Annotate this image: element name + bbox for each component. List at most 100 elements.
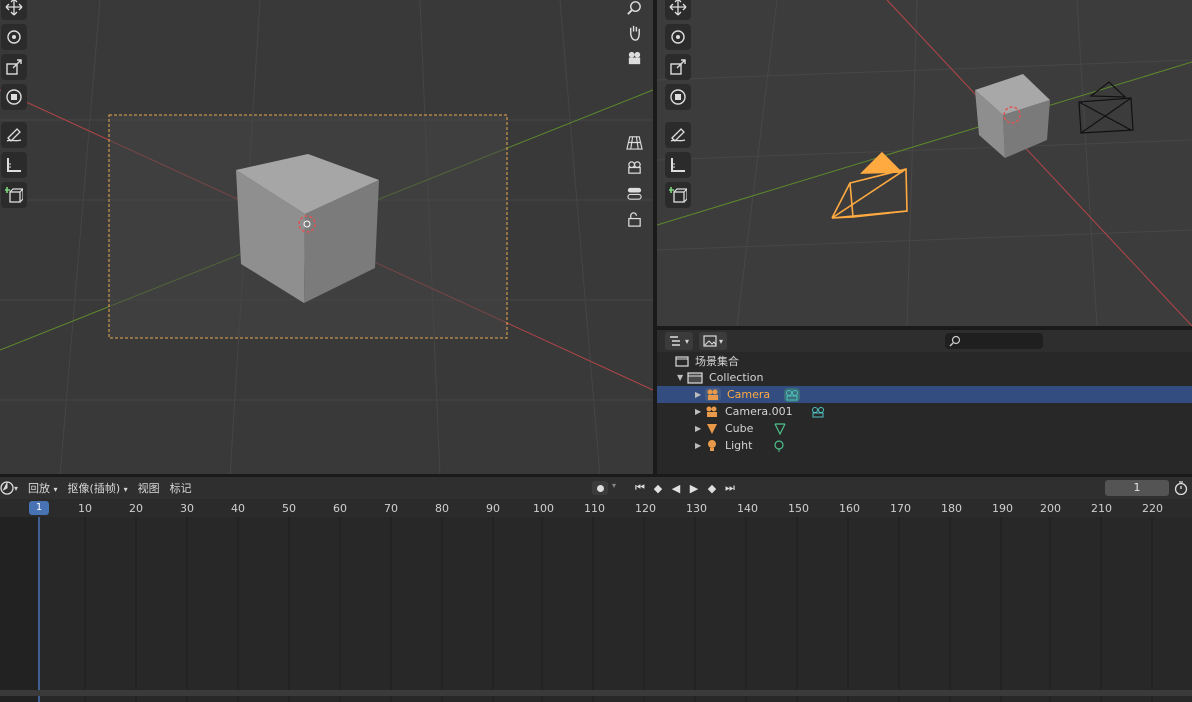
measure-tool-button[interactable] [1,152,27,178]
outliner-item-camera[interactable]: ▶ Camera [657,386,1192,403]
chevron-down-icon[interactable]: ▾ [612,481,616,490]
frame-tick: 190 [992,502,1013,515]
collection-row[interactable]: ▼ Collection [657,369,1192,386]
toggle-icon [626,187,642,200]
frame-tick: 140 [737,502,758,515]
add-cube-tool-button[interactable] [665,182,691,208]
menu-keying[interactable]: 抠像(插帧) ▾ [68,480,128,496]
frame-tick: 110 [584,502,605,515]
current-frame-indicator[interactable]: 1 [29,501,49,515]
timeline-grid [0,517,1192,702]
ruler-icon [671,158,685,172]
add-cube-tool-button[interactable] [1,182,27,208]
filter-dropdown[interactable]: ▾ [699,332,728,350]
scale-tool-button[interactable] [1,54,27,80]
annotate-tool-button[interactable] [1,122,27,148]
frame-ruler[interactable]: 1 10 20 30 40 50 60 70 80 90 100 110 120… [0,499,1192,517]
light-data-icon[interactable] [772,439,786,452]
expand-triangle-icon[interactable]: ▶ [695,424,705,433]
lock-nav-button[interactable] [622,207,646,231]
move-tool-button[interactable] [665,0,691,20]
outliner-item-cube[interactable]: ▶ Cube [657,420,1192,437]
jump-end-button[interactable]: ⏭ [722,481,738,495]
stopwatch-icon[interactable] [1174,481,1188,498]
camera-data-icon[interactable] [811,406,825,418]
frame-tick: 130 [686,502,707,515]
scale-tool-button[interactable] [665,54,691,80]
pencil-icon [670,128,686,142]
frame-tick: 70 [384,502,398,515]
expand-triangle-icon[interactable]: ▶ [695,441,705,450]
chevron-down-icon: ▾ [14,483,19,493]
play-button[interactable]: ▶ [686,481,702,495]
menu-marker[interactable]: 标记 [170,480,192,496]
toggle-icon-button[interactable] [622,181,646,205]
move-tool-button[interactable] [1,0,27,20]
outliner-item-label: Camera.001 [725,405,793,418]
perspective-toggle-button[interactable] [622,130,646,154]
record-icon [596,484,604,492]
menu-playback[interactable]: 回放 ▾ [28,480,58,496]
perspective-scene [657,0,1192,326]
frame-tick: 50 [282,502,296,515]
chevron-down-icon: ▾ [685,336,690,346]
transform-tool-button[interactable] [665,84,691,110]
perspective-viewport[interactable] [657,0,1192,326]
rotate-icon [7,30,21,44]
editor-type-dropdown[interactable]: ▾ [0,481,18,495]
outliner-search-input[interactable] [945,333,1043,349]
clock-icon [0,481,14,495]
camera-icon [628,51,640,64]
prev-keyframe-button[interactable]: ◆ [650,481,666,495]
camera-viewport[interactable] [0,0,653,476]
left-toolbar [1,0,27,208]
chevron-down-icon: ▾ [719,336,724,346]
chevron-down-icon: ▾ [123,485,128,494]
outliner-item-camera-001[interactable]: ▶ Camera.001 [657,403,1192,420]
move-icon [5,0,23,16]
annotate-tool-button[interactable] [665,122,691,148]
camera-icon [705,388,721,401]
rotate-tool-button[interactable] [1,24,27,50]
frame-tick: 30 [180,502,194,515]
menu-view[interactable]: 视图 [138,480,160,496]
expand-triangle-icon[interactable]: ▶ [695,407,705,416]
scene-collection-row[interactable]: 场景集合 [657,352,1192,369]
scale-icon [6,59,22,75]
frame-tick: 200 [1040,502,1061,515]
outliner-panel: ▾ ▾ 场景集合 ▼ Collection ▶ Camera ▶ Camera.… [657,330,1192,474]
transform-icon [6,89,22,105]
search-icon [949,335,961,347]
display-mode-dropdown[interactable]: ▾ [665,332,694,350]
keyframe-area[interactable] [0,517,1192,702]
current-frame-field[interactable]: 1 [1105,480,1169,496]
jump-start-button[interactable]: ⏮ [632,481,648,495]
frame-tick: 60 [333,502,347,515]
camera-view-nav-button[interactable] [622,46,646,70]
image-icon [703,335,717,347]
expand-triangle-icon[interactable]: ▶ [695,390,705,399]
lock-icon [627,211,641,227]
expand-triangle-icon[interactable]: ▼ [677,373,687,382]
frame-tick: 120 [635,502,656,515]
frame-tick: 150 [788,502,809,515]
move-icon [669,0,687,16]
measure-tool-button[interactable] [665,152,691,178]
pan-nav-button[interactable] [622,20,646,44]
camera-data-icon[interactable] [784,387,801,402]
frame-tick: 20 [129,502,143,515]
frame-tick: 100 [533,502,554,515]
transform-tool-button[interactable] [1,84,27,110]
camera-lock-button[interactable] [622,155,646,179]
play-reverse-button[interactable]: ◀ [668,481,684,495]
auto-keying-toggle[interactable] [592,481,608,495]
chevron-down-icon: ▾ [53,485,58,494]
next-keyframe-button[interactable]: ◆ [704,481,720,495]
rotate-tool-button[interactable] [665,24,691,50]
scene-collection-label: 场景集合 [695,354,739,368]
vertex-group-icon[interactable] [773,422,787,435]
frame-tick: 210 [1091,502,1112,515]
outliner-item-light[interactable]: ▶ Light [657,437,1192,454]
scale-icon [670,59,686,75]
camera-outline-icon [627,160,641,174]
